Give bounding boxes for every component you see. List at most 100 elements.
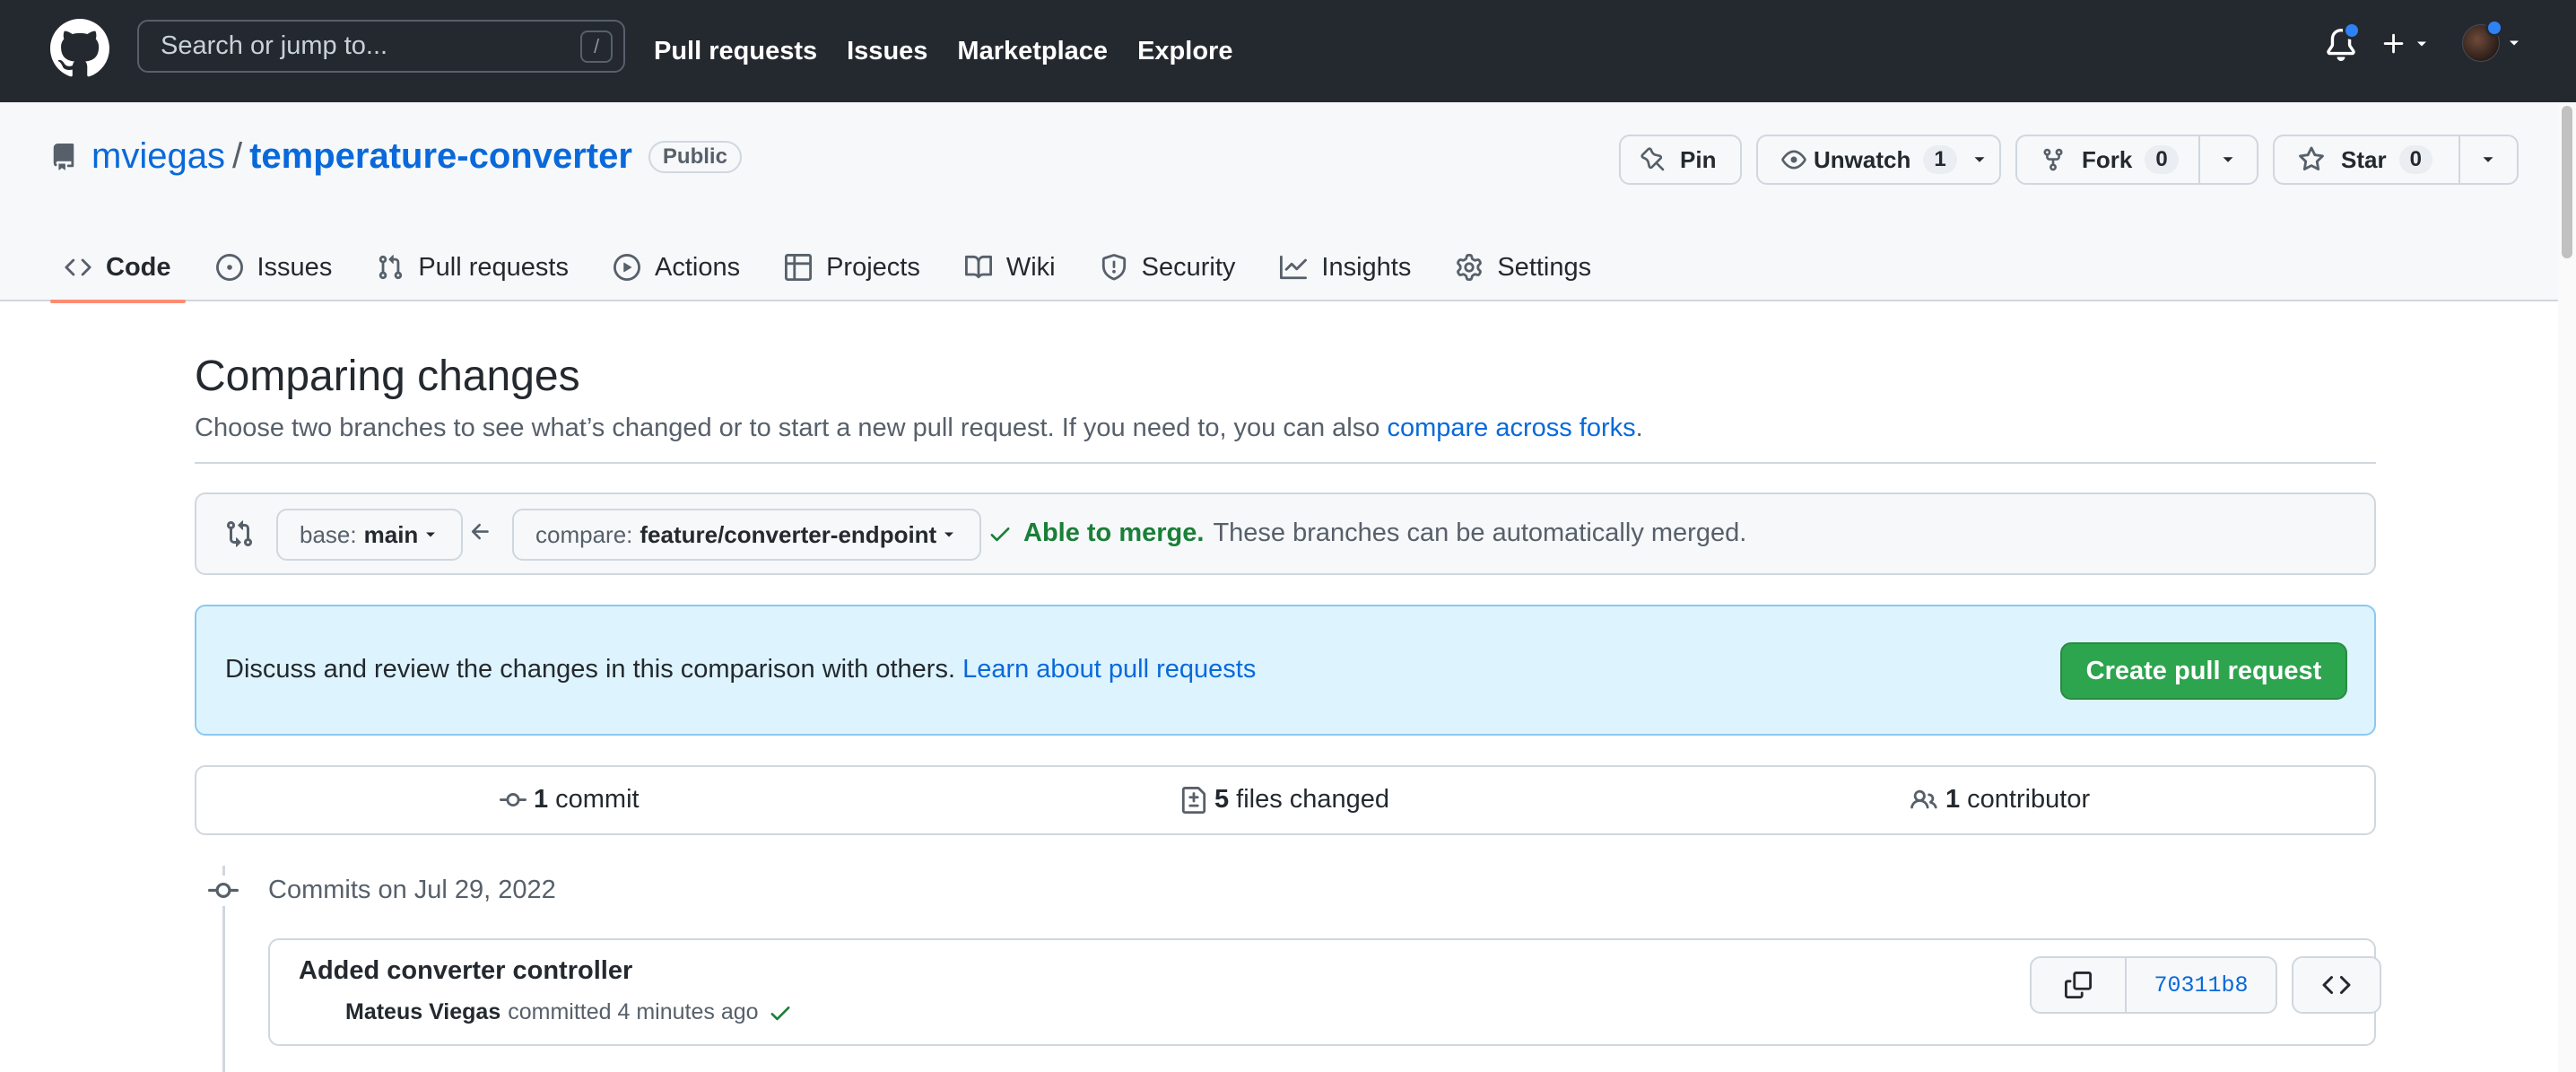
eye-icon	[1781, 150, 1806, 170]
tab-insights-label: Insights	[1321, 252, 1412, 282]
watch-button[interactable]: Unwatch 1	[1756, 135, 2001, 185]
global-nav: Pull requests Issues Marketplace Explore	[654, 0, 1262, 102]
learn-about-pr-link[interactable]: Learn about pull requests	[962, 655, 1256, 684]
play-icon	[613, 254, 640, 281]
contributors-num: 1	[1945, 785, 1961, 814]
browse-repo-at-commit-button[interactable]	[2292, 956, 2381, 1014]
search-shortcut-key: /	[580, 31, 613, 63]
repo-separator: /	[231, 136, 243, 176]
range-editor: base: main compare: feature/converter-en…	[195, 492, 2376, 575]
contributors-label: contributor	[1967, 785, 2091, 814]
notifications-button[interactable]	[2325, 22, 2361, 63]
tab-insights[interactable]: Insights	[1266, 233, 1425, 301]
tab-issues-label: Issues	[257, 252, 333, 282]
shield-icon	[1101, 254, 1126, 281]
fork-button-group: Fork 0	[2015, 135, 2258, 185]
copy-icon	[2065, 972, 2092, 998]
tab-issues[interactable]: Issues	[202, 233, 347, 301]
commit-sha-link[interactable]: 70311b8	[2127, 958, 2276, 1012]
tab-security-label: Security	[1141, 252, 1236, 282]
repo-icon	[53, 143, 74, 170]
github-logo-icon[interactable]	[50, 19, 109, 78]
base-label: base:	[300, 520, 357, 548]
commits-num: 1	[534, 785, 549, 814]
nav-explore[interactable]: Explore	[1137, 37, 1232, 66]
gear-icon	[1457, 254, 1483, 281]
nav-pull-requests[interactable]: Pull requests	[654, 37, 817, 66]
merge-status: Able to merge. These branches can be aut…	[988, 519, 1746, 548]
tab-actions[interactable]: Actions	[599, 233, 754, 301]
pull-request-icon	[379, 255, 403, 280]
files-changed-count[interactable]: 5 files changed	[1180, 785, 1389, 815]
commit-message-link[interactable]: Added converter controller	[299, 956, 632, 986]
fork-button[interactable]: Fork 0	[2017, 136, 2198, 183]
commit-author-link[interactable]: Mateus Viegas	[345, 999, 500, 1025]
base-value: main	[363, 520, 419, 548]
commits-count[interactable]: 1 commit	[500, 785, 640, 815]
nav-marketplace[interactable]: Marketplace	[957, 37, 1108, 66]
issue-icon	[215, 254, 243, 281]
commits-label: commit	[555, 785, 640, 814]
create-pull-request-button[interactable]: Create pull request	[2060, 642, 2347, 700]
user-menu[interactable]	[2462, 19, 2523, 62]
nav-issues[interactable]: Issues	[847, 37, 927, 66]
caret-down-icon	[944, 532, 954, 537]
file-diff-icon	[1181, 786, 1206, 814]
tab-pull-requests-label: Pull requests	[418, 252, 569, 282]
files-label: files changed	[1236, 785, 1390, 814]
scrollbar-thumb[interactable]	[2562, 106, 2572, 258]
repo-owner-link[interactable]: mviegas	[91, 136, 225, 177]
flash-text: Discuss and review the changes in this c…	[225, 655, 963, 684]
caret-down-icon	[426, 532, 436, 537]
pull-request-flash: Discuss and review the changes in this c…	[195, 605, 2376, 736]
search-input[interactable]: Search or jump to... /	[137, 20, 625, 73]
copy-sha-button[interactable]	[2032, 958, 2127, 1012]
pin-icon	[1640, 147, 1665, 171]
tab-projects[interactable]: Projects	[770, 233, 935, 301]
tab-settings[interactable]: Settings	[1441, 233, 1606, 301]
repo-title: mviegas / temperature-converter Public	[50, 136, 742, 177]
star-label: Star	[2341, 145, 2387, 173]
check-icon[interactable]	[768, 1000, 793, 1025]
compare-summary: 1 commit 5 files changed 1 contributor	[195, 765, 2376, 835]
people-icon	[1910, 789, 1937, 808]
files-num: 5	[1214, 785, 1230, 814]
global-header: Search or jump to... / Pull requests Iss…	[0, 0, 2576, 102]
merge-ok-text: Able to merge.	[1023, 519, 1205, 547]
tab-wiki[interactable]: Wiki	[951, 233, 1070, 301]
base-branch-select[interactable]: base: main	[276, 509, 464, 561]
commits-date-header: Commits on Jul 29, 2022	[268, 876, 556, 904]
star-count: 0	[2398, 145, 2432, 174]
caret-down-icon	[2483, 157, 2493, 162]
commit-icon	[500, 792, 527, 806]
create-new-menu[interactable]	[2380, 31, 2431, 57]
search-placeholder: Search or jump to...	[161, 31, 388, 60]
compare-across-forks-link[interactable]: compare across forks	[1387, 414, 1635, 442]
fork-count: 0	[2145, 145, 2179, 174]
caret-down-icon	[2510, 40, 2519, 46]
tab-pull-requests[interactable]: Pull requests	[362, 233, 583, 301]
code-icon	[2322, 975, 2351, 995]
tab-actions-label: Actions	[654, 252, 741, 282]
page-description-text: Choose two branches to see what’s change…	[195, 414, 1388, 442]
arrow-left-icon	[471, 523, 489, 540]
pin-button[interactable]: Pin	[1619, 135, 1742, 185]
pin-label: Pin	[1680, 145, 1717, 173]
compare-branch-select[interactable]: compare: feature/converter-endpoint	[512, 509, 982, 561]
star-dropdown-button[interactable]	[2458, 136, 2517, 183]
tab-code[interactable]: Code	[50, 233, 186, 303]
flash-message: Discuss and review the changes in this c…	[225, 655, 1256, 684]
tab-security[interactable]: Security	[1086, 233, 1250, 301]
repo-name-link[interactable]: temperature-converter	[249, 136, 632, 177]
code-icon	[65, 258, 91, 276]
compare-value: feature/converter-endpoint	[640, 520, 937, 548]
compare-arrows-icon	[227, 520, 253, 547]
compare-label: compare:	[535, 520, 633, 548]
contributors-count[interactable]: 1 contributor	[1910, 785, 2090, 815]
plus-icon	[2383, 33, 2404, 54]
star-button-group: Star 0	[2273, 135, 2519, 185]
tab-settings-label: Settings	[1497, 252, 1592, 282]
fork-dropdown-button[interactable]	[2197, 136, 2257, 183]
star-button[interactable]: Star 0	[2275, 136, 2459, 183]
caret-down-icon	[1974, 157, 1985, 162]
